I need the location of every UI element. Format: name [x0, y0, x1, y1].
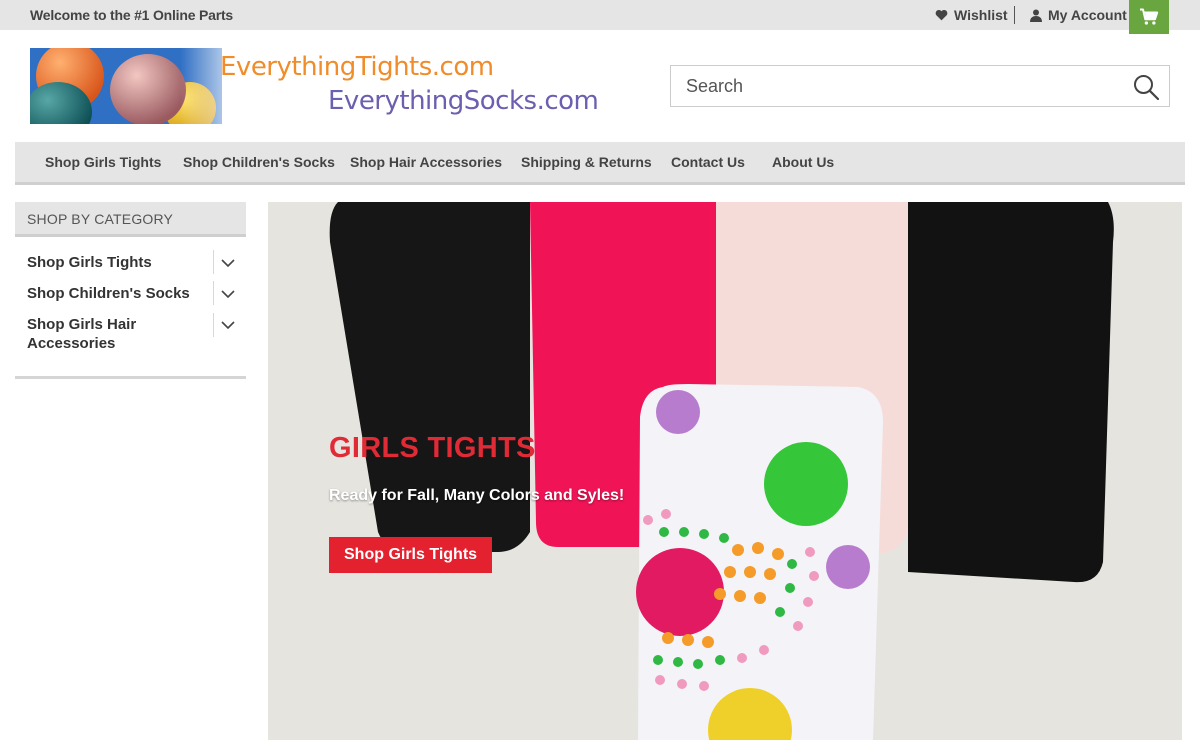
shop-girls-tights-button[interactable]: Shop Girls Tights	[329, 537, 493, 573]
topbar-divider	[1014, 6, 1015, 24]
nav-item-about-us[interactable]: About Us	[772, 154, 834, 170]
sidebar-item-childrens-socks[interactable]: Shop Children's Socks	[27, 284, 190, 303]
heart-icon	[935, 9, 948, 21]
sidebar-heading-label: SHOP BY CATEGORY	[27, 211, 174, 227]
cart-button[interactable]	[1129, 0, 1169, 34]
sidebar-divider	[213, 313, 214, 337]
search-input[interactable]	[671, 66, 1121, 106]
sidebar-divider	[213, 281, 214, 305]
sidebar-divider	[213, 250, 214, 274]
chevron-down-icon[interactable]	[220, 317, 236, 333]
user-icon	[1030, 9, 1042, 22]
nav-item-shipping-returns[interactable]: Shipping & Returns	[521, 154, 652, 170]
cart-icon	[1140, 8, 1159, 25]
hero-subtitle: Ready for Fall, Many Colors and Syles!	[329, 487, 625, 504]
site-logo[interactable]: EverythingTights.com EverythingSocks.com	[30, 48, 599, 124]
hero-tights-image	[268, 202, 1182, 740]
my-account-link[interactable]: My Account	[1030, 7, 1127, 23]
search-box	[670, 65, 1170, 107]
nav-item-girls-tights[interactable]: Shop Girls Tights	[45, 154, 161, 170]
chevron-down-icon[interactable]	[220, 255, 236, 271]
nav-item-contact-us[interactable]: Contact Us	[671, 154, 745, 170]
welcome-message: Welcome to the #1 Online Parts	[30, 7, 234, 23]
logo-text-socks: EverythingSocks.com	[328, 86, 599, 116]
nav-item-childrens-socks[interactable]: Shop Children's Socks	[183, 154, 335, 170]
hero-banner: GIRLS TIGHTS Ready for Fall, Many Colors…	[268, 202, 1182, 740]
sidebar-item-girls-tights[interactable]: Shop Girls Tights	[27, 253, 152, 272]
logo-text-tights: EverythingTights.com	[220, 52, 494, 82]
my-account-label: My Account	[1048, 7, 1127, 23]
search-icon[interactable]	[1133, 74, 1159, 100]
nav-item-hair-accessories[interactable]: Shop Hair Accessories	[350, 154, 502, 170]
hero-title: GIRLS TIGHTS	[329, 432, 536, 464]
chevron-down-icon[interactable]	[220, 286, 236, 302]
sidebar-bottom-rule	[15, 376, 246, 379]
wishlist-link[interactable]: Wishlist	[935, 7, 1008, 23]
top-utility-bar: Welcome to the #1 Online Parts Wishlist …	[0, 0, 1200, 34]
sidebar-item-hair-accessories[interactable]: Shop Girls Hair Accessories	[27, 315, 167, 353]
wishlist-label: Wishlist	[954, 7, 1008, 23]
main-navigation: Shop Girls Tights Shop Children's Socks …	[15, 142, 1185, 185]
sidebar-heading: SHOP BY CATEGORY	[15, 202, 246, 237]
